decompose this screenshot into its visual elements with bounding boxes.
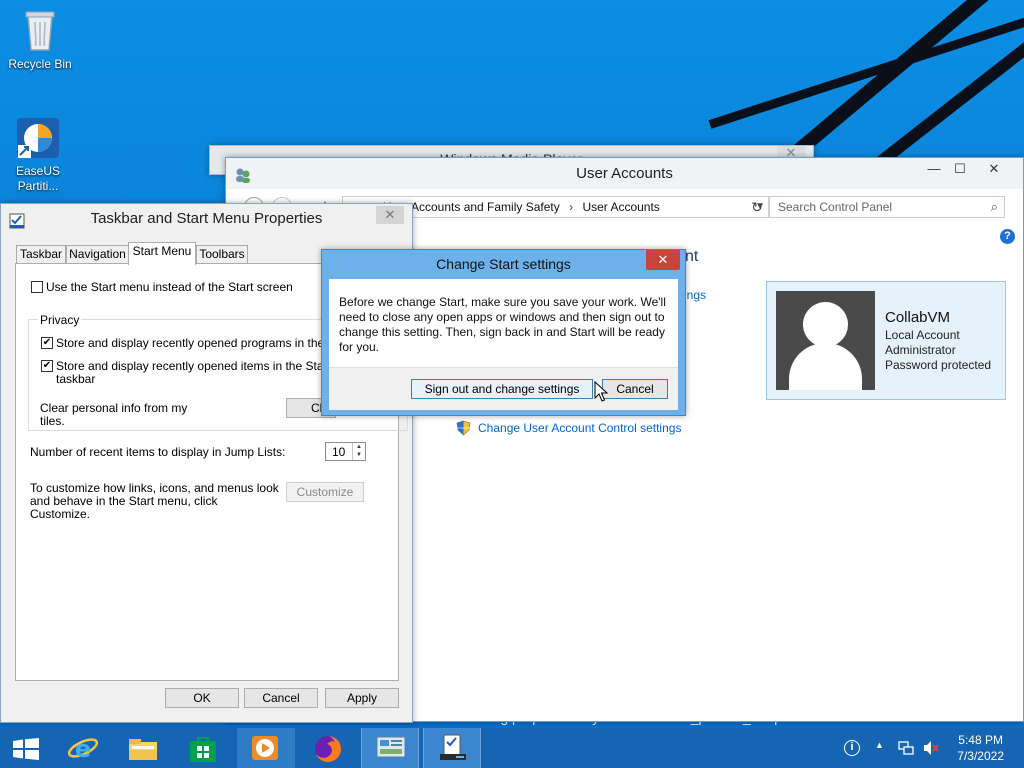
user-account-type: Local Account: [885, 328, 960, 342]
tsm-titlebar[interactable]: Taskbar and Start Menu Properties ✕: [1, 204, 412, 234]
search-input[interactable]: Search Control Panel ⌕: [769, 196, 1005, 218]
file-explorer-icon: [129, 739, 157, 760]
tsm-close-button[interactable]: ✕: [376, 206, 404, 224]
jump-lists-spinner[interactable]: 10 ▲ ▼: [325, 442, 366, 461]
css-footer: Sign out and change settings Cancel: [329, 367, 678, 410]
user-info: CollabVM Local Account Administrator Pas…: [885, 308, 991, 373]
user-name: CollabVM: [885, 309, 951, 326]
privacy-label: Privacy: [38, 313, 82, 327]
taskbar-internet-explorer[interactable]: e: [54, 728, 112, 768]
taskbar-file-explorer[interactable]: [114, 728, 172, 768]
user-role: Administrator: [885, 343, 956, 357]
firefox-icon: [315, 736, 341, 762]
settings-link-partial[interactable]: ings: [684, 288, 706, 302]
ok-button[interactable]: OK: [165, 688, 239, 708]
css-title: Change Start settings: [436, 256, 571, 272]
mouse-cursor-icon: [594, 381, 608, 402]
svg-text:e: e: [75, 735, 91, 763]
tab-toolbars[interactable]: Toolbars: [196, 245, 248, 264]
css-titlebar[interactable]: Change Start settings ✕: [322, 250, 685, 278]
taskbar-store[interactable]: [174, 728, 232, 768]
store-icon: [190, 737, 216, 762]
dialog-change-start-settings[interactable]: Change Start settings ✕ Before we change…: [321, 249, 686, 416]
store-programs-checkbox[interactable]: ✔: [41, 337, 53, 349]
taskbar-properties-icon: [440, 734, 466, 760]
css-message: Before we change Start, make sure you sa…: [339, 295, 666, 354]
desktop-icon-recycle-bin[interactable]: Recycle Bin: [4, 6, 76, 72]
customize-description: To customize how links, icons, and menus…: [30, 481, 279, 521]
css-cancel-button[interactable]: Cancel: [602, 379, 668, 399]
tsm-title: Taskbar and Start Menu Properties: [90, 210, 323, 227]
tab-navigation[interactable]: Navigation: [66, 245, 129, 264]
cancel-button[interactable]: Cancel: [244, 688, 318, 708]
network-icon[interactable]: [898, 740, 914, 756]
taskbar: e i ▲ 5:48 PM 7/3/2022: [0, 728, 1024, 768]
ua-titlebar[interactable]: User Accounts — ☐ ✕: [226, 158, 1023, 189]
start-button[interactable]: [0, 728, 58, 768]
taskbar-properties-icon: [9, 210, 25, 229]
jump-lists-label: Number of recent items to display in Jum…: [30, 445, 286, 459]
wallpaper-streak: [708, 8, 1024, 129]
user-accounts-icon: [234, 164, 252, 183]
store-items-label: Store and display recently opened items …: [56, 359, 351, 373]
windows-logo-icon: [13, 738, 39, 760]
store-programs-label: Store and display recently opened progra…: [56, 336, 353, 350]
uac-settings-link[interactable]: Change User Account Control settings: [478, 421, 681, 435]
taskbar-clock[interactable]: 5:48 PM 7/3/2022: [957, 732, 1004, 764]
tab-start-menu[interactable]: Start Menu: [128, 242, 196, 265]
sign-out-change-settings-button[interactable]: Sign out and change settings: [411, 379, 593, 399]
breadcrumb-item[interactable]: User Accounts: [582, 200, 659, 214]
store-items-label-continued: taskbar: [56, 372, 96, 386]
show-hidden-icons-icon[interactable]: ▲: [875, 740, 884, 750]
jump-lists-value: 10: [332, 445, 346, 459]
uac-shield-icon: [456, 420, 471, 436]
clear-info-label: Clear personal info from my tiles.: [40, 401, 188, 428]
recycle-bin-icon: [25, 11, 55, 51]
page-heading-partial: nt: [685, 248, 699, 265]
apply-button[interactable]: Apply: [325, 688, 399, 708]
taskbar-firefox[interactable]: [299, 728, 357, 768]
media-player-icon: [252, 736, 278, 760]
volume-muted-icon[interactable]: [922, 739, 940, 757]
desktop-icon-label: EaseUS Partiti...: [15, 164, 61, 193]
user-account-card: CollabVM Local Account Administrator Pas…: [766, 281, 1006, 400]
refresh-icon[interactable]: ↻: [746, 196, 768, 218]
taskbar-media-player[interactable]: [237, 728, 295, 768]
ua-maximize-button[interactable]: ☐: [947, 158, 973, 180]
user-avatar: [776, 291, 875, 390]
search-placeholder: Search Control Panel: [778, 200, 893, 214]
easeus-icon: [17, 118, 59, 158]
ua-title: User Accounts: [576, 165, 673, 182]
use-start-menu-label: Use the Start menu instead of the Start …: [46, 280, 293, 294]
clock-time: 5:48 PM: [958, 733, 1003, 747]
control-panel-icon: [376, 736, 406, 758]
tab-taskbar[interactable]: Taskbar: [16, 245, 66, 264]
desktop-icon-easeus[interactable]: EaseUS Partiti...: [2, 115, 74, 194]
user-password-status: Password protected: [885, 358, 992, 372]
css-body: Before we change Start, make sure you sa…: [329, 279, 678, 410]
ua-minimize-button[interactable]: —: [921, 158, 947, 180]
customize-button[interactable]: Customize: [286, 482, 364, 502]
breadcrumb-separator-icon: ›: [569, 200, 574, 214]
search-icon[interactable]: ⌕: [991, 197, 998, 217]
css-close-button[interactable]: ✕: [646, 250, 680, 270]
store-items-checkbox[interactable]: ✔: [41, 360, 53, 372]
taskbar-taskbar-properties[interactable]: [423, 728, 481, 768]
action-center-info-icon[interactable]: i: [844, 740, 860, 756]
spinner-arrows-icon[interactable]: ▲ ▼: [352, 443, 365, 460]
ua-close-button[interactable]: ✕: [979, 158, 1009, 180]
use-start-menu-checkbox[interactable]: [31, 281, 43, 293]
clock-date: 7/3/2022: [957, 749, 1004, 763]
desktop-icon-label: Recycle Bin: [8, 57, 72, 71]
help-icon[interactable]: ?: [1000, 229, 1015, 244]
system-tray: i ▲: [838, 728, 948, 768]
internet-explorer-icon: e: [67, 735, 99, 763]
taskbar-control-panel[interactable]: [361, 728, 419, 768]
